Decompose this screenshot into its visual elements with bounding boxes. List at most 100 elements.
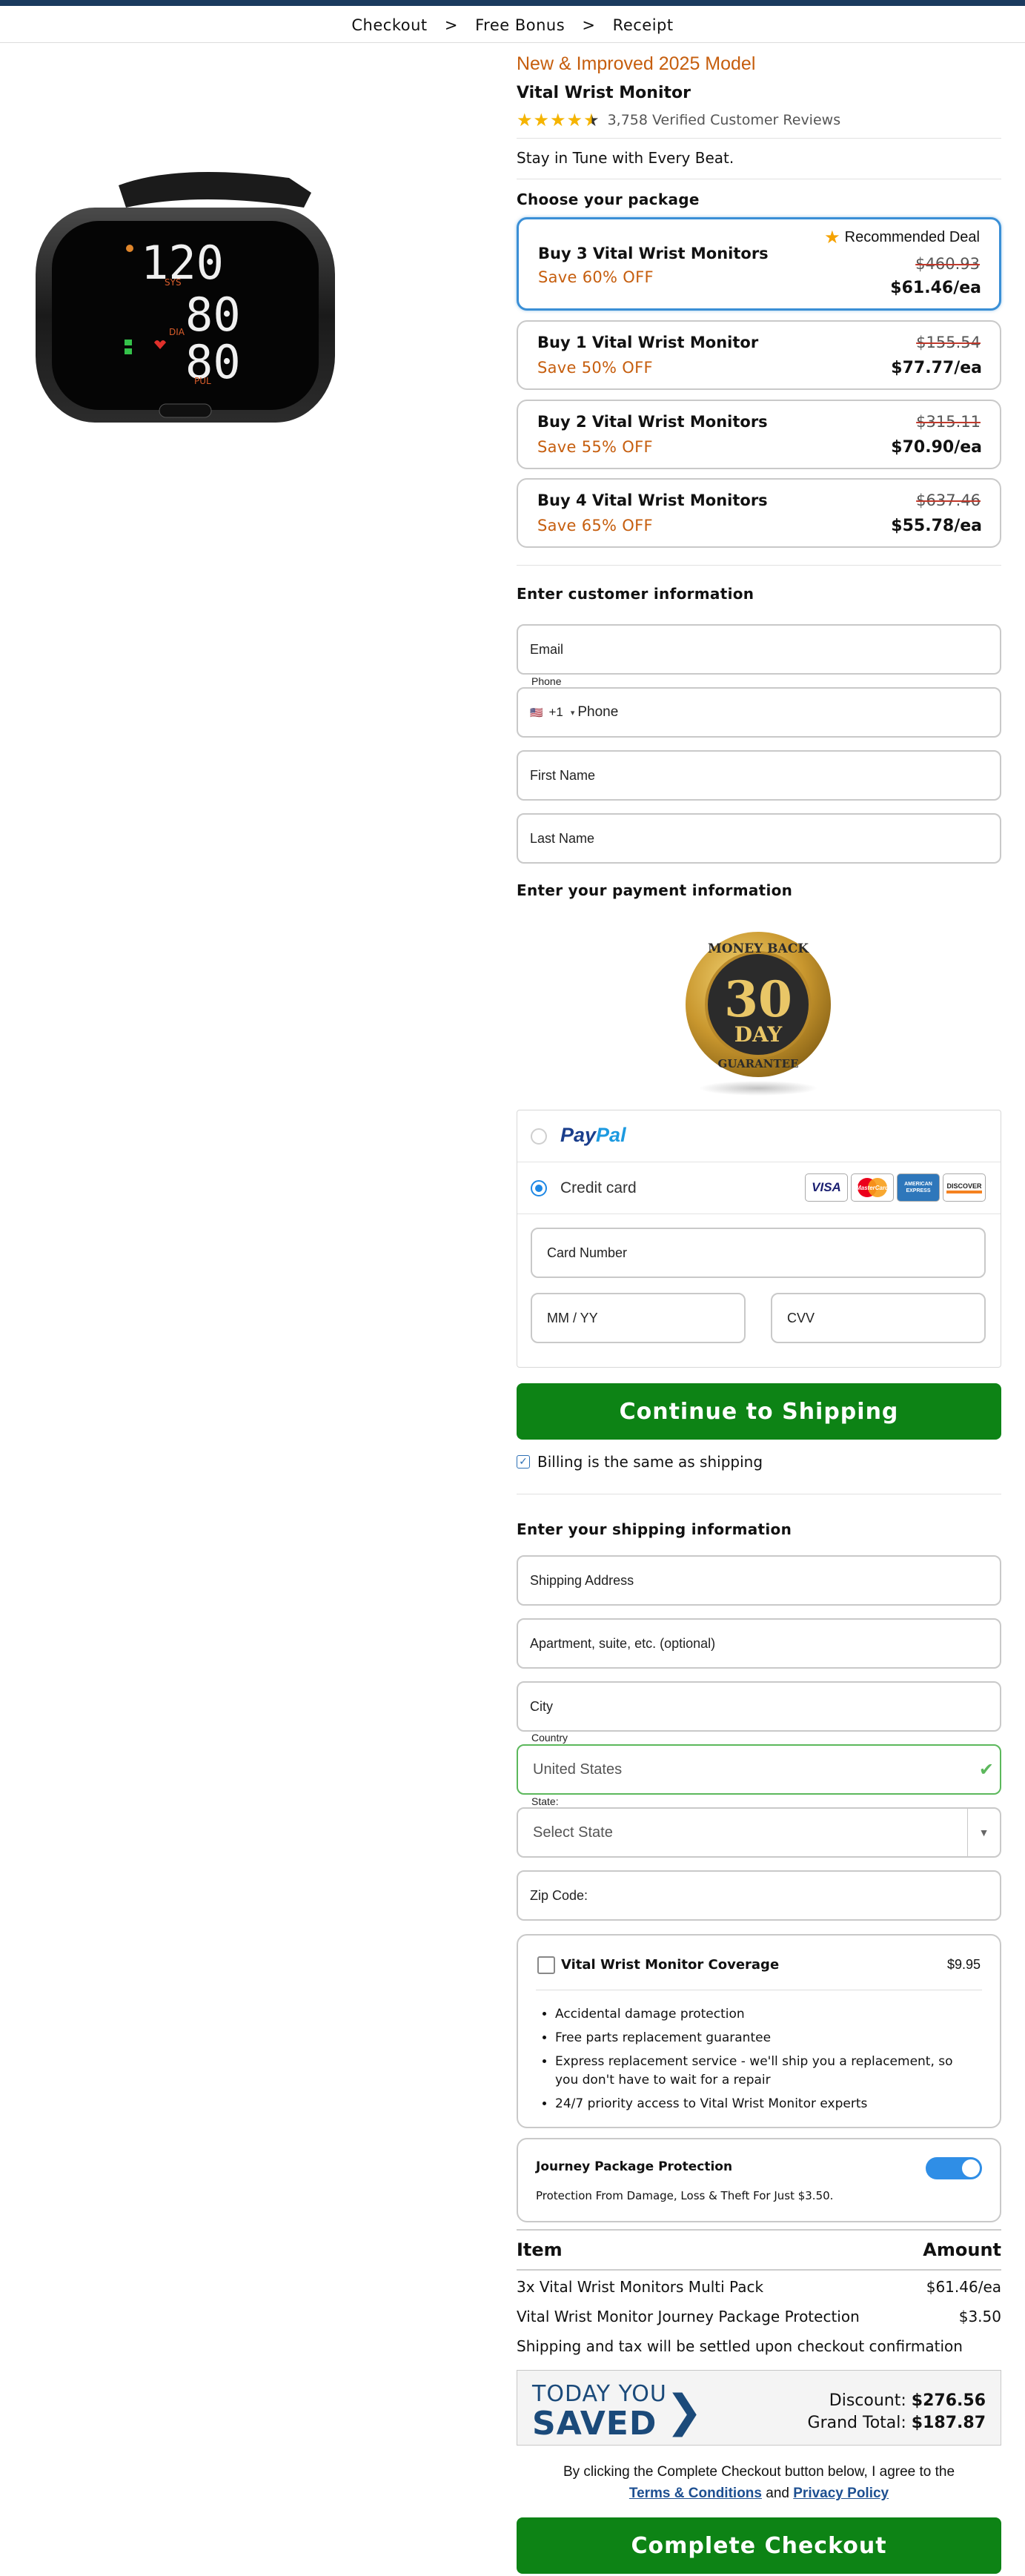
package-old-price: $155.54 bbox=[916, 334, 981, 351]
product-subtitle: New & Improved 2025 Model bbox=[517, 53, 756, 74]
divider bbox=[517, 138, 1001, 139]
package-option-4[interactable]: Buy 4 Vital Wrist Monitors Save 65% OFF … bbox=[517, 478, 1001, 548]
visa-icon: VISA bbox=[805, 1173, 848, 1202]
paypal-radio[interactable] bbox=[531, 1128, 547, 1145]
list-item: Free parts replacement guarantee bbox=[555, 2029, 978, 2047]
recommended-badge: ★ Recommended Deal bbox=[824, 228, 980, 248]
payment-heading: Enter your payment information bbox=[517, 881, 793, 899]
item-column-header: Item bbox=[517, 2239, 563, 2260]
packages-heading: Choose your package bbox=[517, 191, 700, 208]
discount-line: Discount: $276.56 bbox=[829, 2391, 986, 2410]
package-name: Buy 3 Vital Wrist Monitors bbox=[538, 245, 769, 262]
phone-field[interactable]: 🇺🇸 +1 ▾ Phone bbox=[517, 687, 1001, 738]
star-icon: ★ bbox=[824, 228, 840, 248]
package-old-price: $460.93 bbox=[915, 255, 980, 273]
breadcrumb-divider bbox=[0, 42, 1025, 43]
cvv-field[interactable]: CVV bbox=[771, 1293, 986, 1343]
breadcrumb-separator: > bbox=[444, 16, 458, 34]
first-name-field[interactable]: First Name bbox=[517, 750, 1001, 801]
credit-card-option[interactable]: Credit card VISA MasterCard AMERICAN EXP… bbox=[517, 1162, 1001, 1214]
city-field[interactable]: City bbox=[517, 1681, 1001, 1732]
svg-text:DIA: DIA bbox=[169, 327, 185, 337]
coverage-price: $9.95 bbox=[946, 1957, 981, 1972]
billing-same-label: Billing is the same as shipping bbox=[537, 1453, 763, 1471]
shipping-address-field[interactable]: Shipping Address bbox=[517, 1555, 1001, 1606]
country-select[interactable]: United States ✔ bbox=[517, 1744, 1001, 1795]
list-item: 24/7 priority access to Vital Wrist Moni… bbox=[555, 2095, 978, 2113]
coverage-title: Vital Wrist Monitor Coverage bbox=[561, 1957, 780, 1973]
reading-dia: 80 bbox=[185, 288, 241, 342]
product-title: Vital Wrist Monitor bbox=[517, 84, 691, 102]
discover-icon: DISCOVER bbox=[943, 1173, 986, 1202]
breadcrumb-receipt[interactable]: Receipt bbox=[613, 16, 674, 34]
today-you-label: TODAY YOU bbox=[532, 2381, 667, 2407]
coverage-checkbox[interactable] bbox=[537, 1956, 555, 1974]
billing-same-checkbox[interactable]: ✓ Billing is the same as shipping bbox=[517, 1453, 763, 1471]
rating-row: ★★★★★ 3,758 Verified Customer Reviews bbox=[517, 110, 1001, 130]
us-flag-icon[interactable]: 🇺🇸 bbox=[530, 706, 543, 719]
breadcrumb: Checkout > Free Bonus > Receipt bbox=[0, 16, 1025, 34]
journey-toggle[interactable] bbox=[926, 2157, 982, 2179]
package-option-2[interactable]: Buy 2 Vital Wrist Monitors Save 55% OFF … bbox=[517, 400, 1001, 469]
payment-methods: PayPal Credit card VISA MasterCard AMERI… bbox=[517, 1110, 1001, 1368]
apartment-field[interactable]: Apartment, suite, etc. (optional) bbox=[517, 1618, 1001, 1669]
package-option-3[interactable]: ★ Recommended Deal Buy 3 Vital Wrist Moni… bbox=[517, 217, 1001, 311]
paypal-logo: PayPal bbox=[560, 1124, 626, 1146]
package-save: Save 50% OFF bbox=[537, 359, 653, 377]
last-name-field[interactable]: Last Name bbox=[517, 813, 1001, 864]
package-save: Save 65% OFF bbox=[537, 517, 653, 534]
reviews-count: 3,758 Verified Customer Reviews bbox=[607, 112, 841, 128]
country-label: Country bbox=[527, 1732, 573, 1744]
svg-text:MasterCard: MasterCard bbox=[856, 1185, 889, 1191]
terms-link[interactable]: Terms & Conditions bbox=[629, 2486, 762, 2501]
email-field[interactable]: Email bbox=[517, 624, 1001, 675]
list-item: Accidental damage protection bbox=[555, 2005, 978, 2024]
chevron-down-icon[interactable]: ▾ bbox=[571, 708, 575, 718]
divider bbox=[517, 565, 1001, 566]
journey-description: Protection From Damage, Loss & Theft For… bbox=[536, 2189, 834, 2202]
list-item: Express replacement service - we'll ship… bbox=[555, 2053, 978, 2090]
privacy-link[interactable]: Privacy Policy bbox=[793, 2486, 889, 2501]
package-name: Buy 2 Vital Wrist Monitors bbox=[537, 413, 768, 431]
expiry-field[interactable]: MM / YY bbox=[531, 1293, 746, 1343]
checkmark-icon[interactable]: ✓ bbox=[517, 1455, 530, 1469]
amex-icon: AMERICAN EXPRESS bbox=[897, 1173, 940, 1202]
svg-text:MONEY BACK: MONEY BACK bbox=[708, 941, 809, 956]
package-name: Buy 1 Vital Wrist Monitor bbox=[537, 334, 759, 351]
continue-to-shipping-button[interactable]: Continue to Shipping bbox=[517, 1383, 1001, 1440]
package-old-price: $637.46 bbox=[916, 491, 981, 509]
card-number-field[interactable]: Card Number bbox=[531, 1228, 986, 1278]
package-old-price: $315.11 bbox=[916, 413, 981, 431]
breadcrumb-checkout[interactable]: Checkout bbox=[351, 16, 427, 34]
package-option-1[interactable]: Buy 1 Vital Wrist Monitor Save 50% OFF $… bbox=[517, 320, 1001, 390]
phone-label: Phone bbox=[527, 675, 566, 687]
order-summary-header: Item Amount bbox=[517, 2229, 1001, 2271]
state-select[interactable]: Select State ▼ bbox=[517, 1807, 1001, 1858]
money-back-guarantee-seal: MONEY BACK 30 DAY GUARANTEE bbox=[686, 932, 831, 1096]
product-image: 120 80 80 SYS DIA PUL bbox=[36, 172, 335, 423]
paypal-option[interactable]: PayPal bbox=[517, 1110, 1001, 1162]
svg-text:SYS: SYS bbox=[165, 277, 182, 288]
chevron-down-icon[interactable]: ▼ bbox=[967, 1809, 1000, 1856]
mastercard-icon: MasterCard bbox=[851, 1173, 894, 1202]
complete-checkout-button[interactable]: Complete Checkout bbox=[517, 2517, 1001, 2574]
svg-text:DAY: DAY bbox=[734, 1022, 783, 1047]
grand-total-line: Grand Total: $187.87 bbox=[807, 2414, 986, 2432]
card-logos: VISA MasterCard AMERICAN EXPRESS DISCOVE… bbox=[805, 1173, 986, 1202]
breadcrumb-separator: > bbox=[582, 16, 596, 34]
zip-code-field[interactable]: Zip Code: bbox=[517, 1870, 1001, 1921]
package-save: Save 60% OFF bbox=[538, 268, 654, 286]
credit-card-radio[interactable] bbox=[531, 1180, 547, 1196]
breadcrumb-free-bonus[interactable]: Free Bonus bbox=[475, 16, 565, 34]
savings-banner: TODAY YOU SAVED ❯ Discount: $276.56 Gran… bbox=[517, 2370, 1001, 2446]
package-price: $55.78/ea bbox=[891, 517, 982, 535]
package-price: $77.77/ea bbox=[891, 359, 982, 377]
customer-heading: Enter customer information bbox=[517, 585, 754, 603]
check-icon: ✔ bbox=[978, 1760, 994, 1780]
package-name: Buy 4 Vital Wrist Monitors bbox=[537, 491, 768, 509]
chevron-right-icon: ❯ bbox=[666, 2385, 703, 2437]
package-save: Save 55% OFF bbox=[537, 438, 653, 456]
coverage-upsell: Vital Wrist Monitor Coverage $9.95 Accid… bbox=[517, 1934, 1001, 2128]
reading-sys: 120 bbox=[141, 236, 224, 290]
shipping-heading: Enter your shipping information bbox=[517, 1520, 792, 1538]
